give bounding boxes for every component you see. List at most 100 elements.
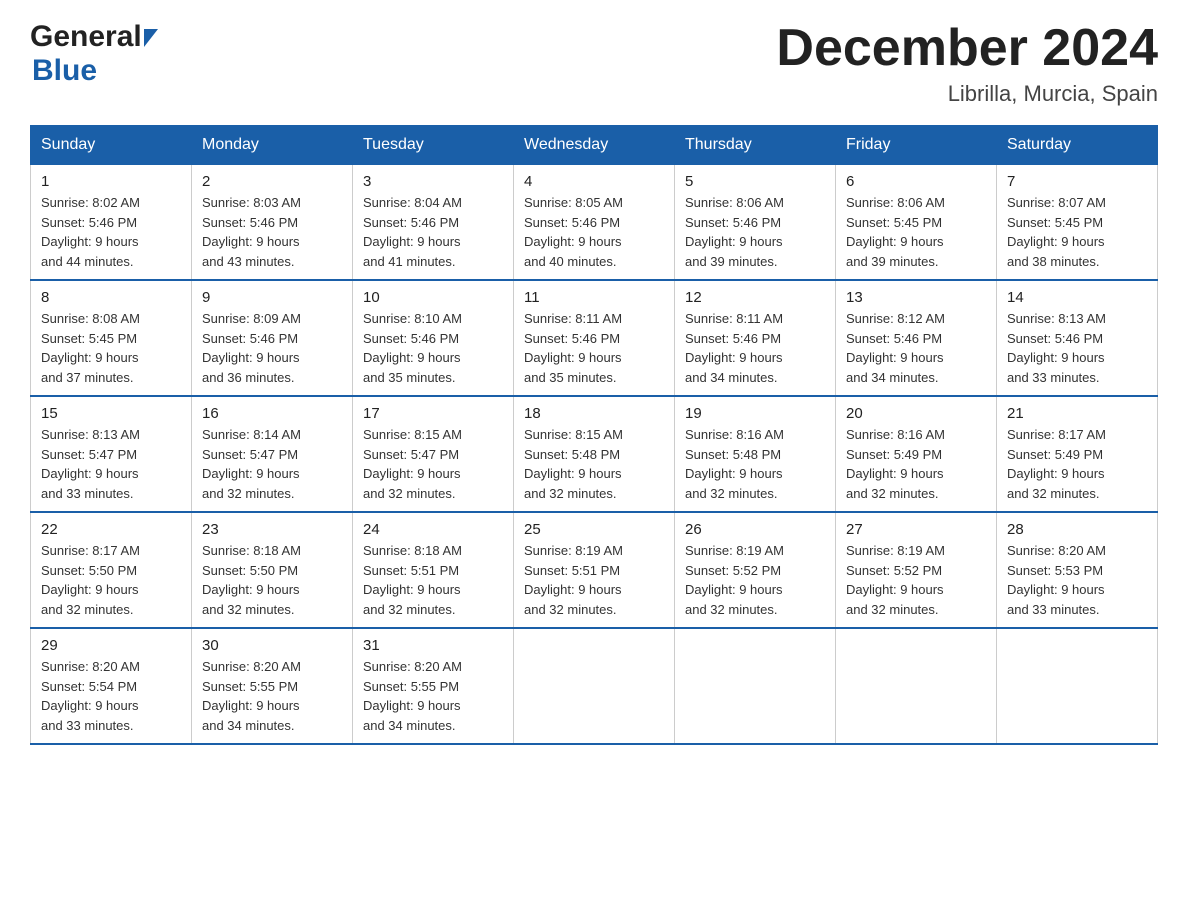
day-cell: 9 Sunrise: 8:09 AM Sunset: 5:46 PM Dayli… — [192, 280, 353, 396]
day-number: 20 — [846, 405, 986, 422]
day-cell: 14 Sunrise: 8:13 AM Sunset: 5:46 PM Dayl… — [997, 280, 1158, 396]
day-number: 8 — [41, 289, 181, 306]
calendar-table: SundayMondayTuesdayWednesdayThursdayFrid… — [30, 125, 1158, 745]
day-info: Sunrise: 8:15 AM Sunset: 5:48 PM Dayligh… — [524, 425, 664, 503]
day-number: 26 — [685, 521, 825, 538]
day-cell — [836, 628, 997, 744]
calendar-body: 1 Sunrise: 8:02 AM Sunset: 5:46 PM Dayli… — [31, 165, 1158, 745]
day-info: Sunrise: 8:09 AM Sunset: 5:46 PM Dayligh… — [202, 309, 342, 387]
week-row-1: 1 Sunrise: 8:02 AM Sunset: 5:46 PM Dayli… — [31, 165, 1158, 281]
day-info: Sunrise: 8:13 AM Sunset: 5:46 PM Dayligh… — [1007, 309, 1147, 387]
day-info: Sunrise: 8:19 AM Sunset: 5:52 PM Dayligh… — [846, 541, 986, 619]
day-info: Sunrise: 8:17 AM Sunset: 5:49 PM Dayligh… — [1007, 425, 1147, 503]
day-info: Sunrise: 8:07 AM Sunset: 5:45 PM Dayligh… — [1007, 193, 1147, 271]
day-info: Sunrise: 8:20 AM Sunset: 5:53 PM Dayligh… — [1007, 541, 1147, 619]
day-number: 15 — [41, 405, 181, 422]
page-title: December 2024 — [776, 20, 1158, 77]
day-cell: 18 Sunrise: 8:15 AM Sunset: 5:48 PM Dayl… — [514, 396, 675, 512]
day-cell: 23 Sunrise: 8:18 AM Sunset: 5:50 PM Dayl… — [192, 512, 353, 628]
day-number: 4 — [524, 173, 664, 190]
day-info: Sunrise: 8:20 AM Sunset: 5:55 PM Dayligh… — [363, 657, 503, 735]
day-cell: 20 Sunrise: 8:16 AM Sunset: 5:49 PM Dayl… — [836, 396, 997, 512]
day-cell — [514, 628, 675, 744]
day-cell: 27 Sunrise: 8:19 AM Sunset: 5:52 PM Dayl… — [836, 512, 997, 628]
day-number: 29 — [41, 637, 181, 654]
day-cell: 11 Sunrise: 8:11 AM Sunset: 5:46 PM Dayl… — [514, 280, 675, 396]
day-info: Sunrise: 8:13 AM Sunset: 5:47 PM Dayligh… — [41, 425, 181, 503]
day-info: Sunrise: 8:20 AM Sunset: 5:54 PM Dayligh… — [41, 657, 181, 735]
page-subtitle: Librilla, Murcia, Spain — [776, 81, 1158, 107]
column-header-tuesday: Tuesday — [353, 126, 514, 165]
day-info: Sunrise: 8:05 AM Sunset: 5:46 PM Dayligh… — [524, 193, 664, 271]
title-block: December 2024 Librilla, Murcia, Spain — [776, 20, 1158, 107]
day-number: 21 — [1007, 405, 1147, 422]
day-info: Sunrise: 8:12 AM Sunset: 5:46 PM Dayligh… — [846, 309, 986, 387]
column-header-friday: Friday — [836, 126, 997, 165]
day-info: Sunrise: 8:19 AM Sunset: 5:51 PM Dayligh… — [524, 541, 664, 619]
day-number: 22 — [41, 521, 181, 538]
column-header-monday: Monday — [192, 126, 353, 165]
day-number: 5 — [685, 173, 825, 190]
day-info: Sunrise: 8:11 AM Sunset: 5:46 PM Dayligh… — [685, 309, 825, 387]
day-number: 9 — [202, 289, 342, 306]
day-number: 13 — [846, 289, 986, 306]
column-header-saturday: Saturday — [997, 126, 1158, 165]
day-number: 17 — [363, 405, 503, 422]
day-cell: 16 Sunrise: 8:14 AM Sunset: 5:47 PM Dayl… — [192, 396, 353, 512]
day-number: 31 — [363, 637, 503, 654]
week-row-5: 29 Sunrise: 8:20 AM Sunset: 5:54 PM Dayl… — [31, 628, 1158, 744]
day-number: 23 — [202, 521, 342, 538]
day-number: 14 — [1007, 289, 1147, 306]
day-info: Sunrise: 8:03 AM Sunset: 5:46 PM Dayligh… — [202, 193, 342, 271]
logo-blue: Blue — [32, 54, 97, 87]
day-info: Sunrise: 8:02 AM Sunset: 5:46 PM Dayligh… — [41, 193, 181, 271]
day-info: Sunrise: 8:18 AM Sunset: 5:50 PM Dayligh… — [202, 541, 342, 619]
day-info: Sunrise: 8:06 AM Sunset: 5:46 PM Dayligh… — [685, 193, 825, 271]
day-cell: 22 Sunrise: 8:17 AM Sunset: 5:50 PM Dayl… — [31, 512, 192, 628]
day-info: Sunrise: 8:04 AM Sunset: 5:46 PM Dayligh… — [363, 193, 503, 271]
day-number: 16 — [202, 405, 342, 422]
day-number: 28 — [1007, 521, 1147, 538]
day-cell: 21 Sunrise: 8:17 AM Sunset: 5:49 PM Dayl… — [997, 396, 1158, 512]
day-number: 12 — [685, 289, 825, 306]
day-cell: 17 Sunrise: 8:15 AM Sunset: 5:47 PM Dayl… — [353, 396, 514, 512]
day-cell: 4 Sunrise: 8:05 AM Sunset: 5:46 PM Dayli… — [514, 165, 675, 281]
day-info: Sunrise: 8:16 AM Sunset: 5:48 PM Dayligh… — [685, 425, 825, 503]
day-cell: 3 Sunrise: 8:04 AM Sunset: 5:46 PM Dayli… — [353, 165, 514, 281]
day-cell: 19 Sunrise: 8:16 AM Sunset: 5:48 PM Dayl… — [675, 396, 836, 512]
day-cell: 2 Sunrise: 8:03 AM Sunset: 5:46 PM Dayli… — [192, 165, 353, 281]
day-info: Sunrise: 8:11 AM Sunset: 5:46 PM Dayligh… — [524, 309, 664, 387]
logo-general: General — [30, 20, 142, 54]
day-info: Sunrise: 8:17 AM Sunset: 5:50 PM Dayligh… — [41, 541, 181, 619]
day-number: 27 — [846, 521, 986, 538]
day-cell: 25 Sunrise: 8:19 AM Sunset: 5:51 PM Dayl… — [514, 512, 675, 628]
day-cell: 28 Sunrise: 8:20 AM Sunset: 5:53 PM Dayl… — [997, 512, 1158, 628]
day-number: 11 — [524, 289, 664, 306]
day-cell — [675, 628, 836, 744]
day-cell: 15 Sunrise: 8:13 AM Sunset: 5:47 PM Dayl… — [31, 396, 192, 512]
day-info: Sunrise: 8:19 AM Sunset: 5:52 PM Dayligh… — [685, 541, 825, 619]
day-number: 18 — [524, 405, 664, 422]
day-number: 7 — [1007, 173, 1147, 190]
logo: General Blue — [30, 20, 158, 88]
day-info: Sunrise: 8:10 AM Sunset: 5:46 PM Dayligh… — [363, 309, 503, 387]
day-cell: 1 Sunrise: 8:02 AM Sunset: 5:46 PM Dayli… — [31, 165, 192, 281]
day-cell: 10 Sunrise: 8:10 AM Sunset: 5:46 PM Dayl… — [353, 280, 514, 396]
day-info: Sunrise: 8:14 AM Sunset: 5:47 PM Dayligh… — [202, 425, 342, 503]
day-number: 19 — [685, 405, 825, 422]
day-info: Sunrise: 8:08 AM Sunset: 5:45 PM Dayligh… — [41, 309, 181, 387]
day-number: 30 — [202, 637, 342, 654]
day-info: Sunrise: 8:18 AM Sunset: 5:51 PM Dayligh… — [363, 541, 503, 619]
column-header-wednesday: Wednesday — [514, 126, 675, 165]
day-cell: 13 Sunrise: 8:12 AM Sunset: 5:46 PM Dayl… — [836, 280, 997, 396]
day-cell: 5 Sunrise: 8:06 AM Sunset: 5:46 PM Dayli… — [675, 165, 836, 281]
day-info: Sunrise: 8:06 AM Sunset: 5:45 PM Dayligh… — [846, 193, 986, 271]
day-number: 3 — [363, 173, 503, 190]
day-number: 25 — [524, 521, 664, 538]
day-number: 2 — [202, 173, 342, 190]
day-cell: 26 Sunrise: 8:19 AM Sunset: 5:52 PM Dayl… — [675, 512, 836, 628]
day-cell: 7 Sunrise: 8:07 AM Sunset: 5:45 PM Dayli… — [997, 165, 1158, 281]
logo-arrow-icon — [144, 29, 158, 47]
day-cell: 24 Sunrise: 8:18 AM Sunset: 5:51 PM Dayl… — [353, 512, 514, 628]
day-number: 6 — [846, 173, 986, 190]
